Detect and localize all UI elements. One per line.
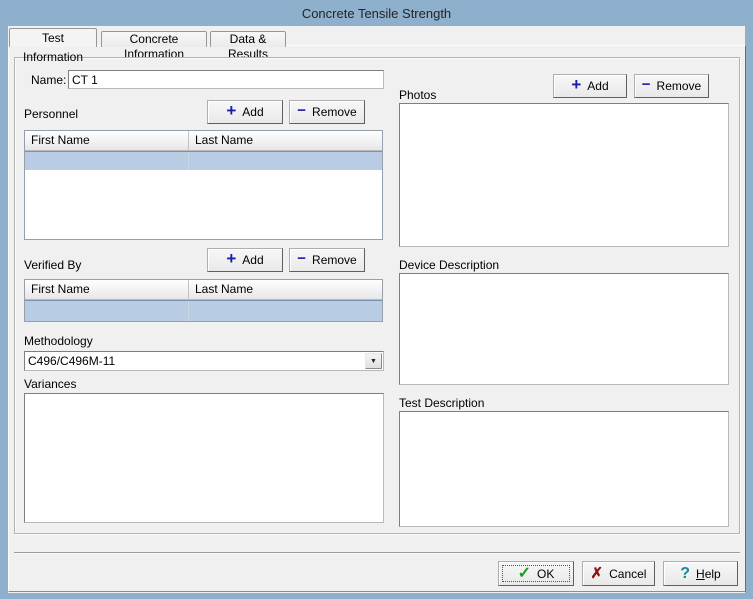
name-input[interactable]	[68, 70, 384, 89]
plus-icon: +	[571, 78, 581, 92]
personnel-table-header: First Name Last Name	[25, 131, 382, 151]
minus-icon: −	[297, 253, 306, 265]
personnel-row-first-name-cell	[25, 152, 189, 170]
minus-icon: −	[642, 79, 651, 91]
personnel-col-first-name: First Name	[25, 131, 189, 150]
personnel-label: Personnel	[24, 107, 78, 121]
photos-remove-label: Remove	[657, 79, 702, 93]
photos-add-button[interactable]: + Add	[553, 74, 627, 98]
window-title: Concrete Tensile Strength	[302, 6, 451, 21]
photos-label: Photos	[399, 88, 436, 102]
tab-concrete-information[interactable]: Concrete Information	[101, 31, 207, 47]
dialog-window: Concrete Tensile Strength Test Informati…	[0, 0, 753, 599]
title-bar: Concrete Tensile Strength	[0, 0, 753, 26]
photos-remove-button[interactable]: − Remove	[634, 74, 709, 98]
ok-label: OK	[537, 567, 554, 581]
x-icon: ✗	[591, 567, 604, 581]
verified-by-add-label: Add	[242, 253, 263, 267]
verified-by-selected-row[interactable]	[25, 300, 382, 321]
verified-by-col-last-name: Last Name	[189, 280, 382, 299]
plus-icon: +	[226, 104, 236, 118]
name-label: Name:	[31, 73, 66, 87]
personnel-table[interactable]: First Name Last Name	[24, 130, 383, 240]
personnel-col-last-name: Last Name	[189, 131, 382, 150]
methodology-label: Methodology	[24, 334, 93, 348]
tab-data-results[interactable]: Data & Results	[210, 31, 286, 47]
verified-by-row-first-name-cell	[25, 301, 189, 321]
verified-by-table[interactable]: First Name Last Name	[24, 279, 383, 322]
verified-by-col-first-name: First Name	[25, 280, 189, 299]
verified-by-table-header: First Name Last Name	[25, 280, 382, 300]
help-button[interactable]: ? Help	[663, 561, 738, 586]
verified-by-label: Verified By	[24, 258, 81, 272]
methodology-selected-value: C496/C496M-11	[25, 353, 365, 369]
verified-by-remove-button[interactable]: − Remove	[289, 248, 365, 272]
question-mark-icon: ?	[680, 567, 690, 581]
footer-divider	[14, 552, 740, 554]
personnel-remove-label: Remove	[312, 105, 357, 119]
cancel-button[interactable]: ✗ Cancel	[582, 561, 655, 586]
personnel-remove-button[interactable]: − Remove	[289, 100, 365, 124]
help-label: Help	[696, 567, 721, 581]
personnel-selected-row[interactable]	[25, 151, 382, 170]
plus-icon: +	[226, 252, 236, 266]
photos-list[interactable]	[399, 103, 729, 247]
chevron-down-icon[interactable]: ▼	[365, 353, 382, 369]
variances-textarea[interactable]	[24, 393, 384, 523]
verified-by-remove-label: Remove	[312, 253, 357, 267]
minus-icon: −	[297, 105, 306, 117]
personnel-add-label: Add	[242, 105, 263, 119]
methodology-combobox[interactable]: C496/C496M-11 ▼	[24, 351, 384, 371]
cancel-label: Cancel	[609, 567, 646, 581]
verified-by-add-button[interactable]: + Add	[207, 248, 283, 272]
check-icon: ✓	[518, 567, 531, 581]
device-description-textarea[interactable]	[399, 273, 729, 385]
device-description-label: Device Description	[399, 258, 499, 272]
test-description-label: Test Description	[399, 396, 484, 410]
photos-add-label: Add	[587, 79, 608, 93]
variances-label: Variances	[24, 377, 76, 391]
personnel-add-button[interactable]: + Add	[207, 100, 283, 124]
ok-button[interactable]: ✓ OK	[498, 561, 574, 586]
tab-test-information[interactable]: Test Information	[9, 28, 97, 47]
test-description-textarea[interactable]	[399, 411, 729, 527]
